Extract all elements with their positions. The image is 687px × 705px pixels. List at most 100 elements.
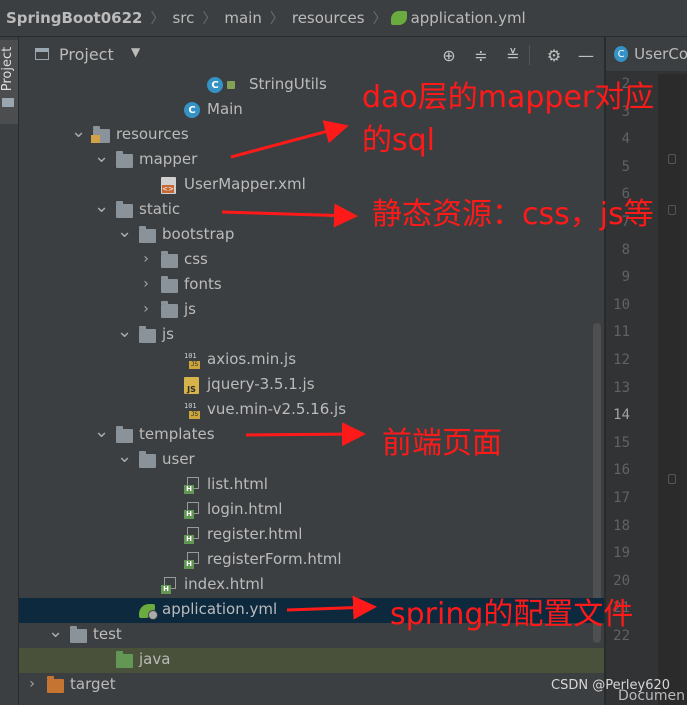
breadcrumb-resources[interactable]: resources (288, 9, 369, 27)
xml-file-icon: <> (161, 177, 178, 194)
tree-item-label: application.yml (162, 600, 278, 618)
expand-all-icon[interactable]: ≑ (471, 45, 491, 65)
tree-item-label: login.html (207, 500, 283, 518)
tree-row[interactable]: ⌄ js (19, 321, 604, 348)
folder-icon (116, 426, 133, 444)
chevron-down-icon[interactable]: ⌄ (94, 421, 109, 442)
tree-item-label: index.html (184, 575, 264, 593)
tree-row[interactable]: › css (19, 248, 604, 273)
tree-item-label: list.html (207, 475, 268, 493)
annotation-config: spring的配置文件 (390, 597, 634, 632)
test-source-folder-icon (116, 651, 133, 669)
folder-icon (161, 251, 178, 269)
tree-item-label: bootstrap (162, 225, 235, 243)
tree-item-label: jquery-3.5.1.js (207, 375, 315, 393)
line-number: 10 (613, 296, 630, 313)
tree-item-label: register.html (207, 525, 303, 543)
tree-row[interactable]: › target (19, 673, 604, 698)
left-tool-strip (0, 37, 19, 705)
fold-marker-icon[interactable] (668, 474, 676, 484)
editor-tab[interactable]: C UserCo (606, 37, 687, 72)
tree-item-label: StringUtils (249, 75, 327, 93)
line-number: 19 (613, 545, 630, 562)
fold-marker-icon[interactable] (668, 154, 676, 164)
tree-item-label: fonts (184, 275, 222, 293)
tree-item-label: resources (116, 125, 189, 143)
breadcrumb-main[interactable]: main (220, 9, 265, 27)
fold-marker-icon[interactable] (668, 205, 676, 215)
tree-item-label: templates (139, 425, 215, 443)
line-number: 12 (613, 352, 630, 368)
chevron-right-icon[interactable]: › (25, 676, 39, 692)
tree-item-label: test (93, 625, 122, 643)
folder-icon (139, 226, 156, 244)
excluded-folder-icon (47, 676, 64, 694)
line-number: 8 (621, 241, 630, 258)
tree-row[interactable]: › fonts (19, 273, 604, 298)
annotation-static: 静态资源：css，js等 (372, 197, 654, 232)
annotation-mapper-line2: 的sql (362, 123, 436, 158)
spring-config-icon (390, 11, 407, 25)
folder-icon (139, 326, 156, 344)
tree-row[interactable]: ⌄ resources (19, 121, 604, 148)
js-file-icon: JS (184, 377, 201, 394)
tree-row[interactable]: Hregister.html (19, 523, 604, 548)
breadcrumb: SpringBoot0622 〉 src 〉 main 〉 resources … (0, 0, 687, 37)
tree-item-label: vue.min-v2.5.16.js (207, 400, 347, 418)
breadcrumb-project[interactable]: SpringBoot0622 (0, 9, 146, 27)
tree-item-label: java (139, 650, 171, 668)
tool-window-icon (35, 48, 49, 60)
chevron-right-icon[interactable]: › (139, 251, 153, 267)
tree-row[interactable]: ⌄ user (19, 446, 604, 473)
code-area[interactable] (658, 74, 687, 705)
chevron-down-icon[interactable]: ⌄ (48, 621, 63, 642)
minimize-icon[interactable]: — (576, 45, 596, 65)
tree-row[interactable]: java (19, 648, 604, 673)
html-file-icon: H (184, 477, 201, 494)
tree-row[interactable]: 101 JS vue.min-v2.5.16.js (19, 398, 604, 423)
tree-item-label: user (162, 450, 195, 468)
folder-icon (70, 626, 87, 644)
line-number: 14 (613, 407, 630, 424)
chevron-down-icon[interactable]: ▼ (131, 45, 140, 59)
tree-item-label: js (162, 325, 174, 343)
tree-item-label: target (70, 675, 116, 693)
breadcrumb-application-yml[interactable]: application.yml (411, 9, 530, 27)
tree-row[interactable]: Hlist.html (19, 473, 604, 498)
chevron-right-icon[interactable]: › (139, 276, 153, 292)
tree-row[interactable]: ⌄ templates (19, 421, 604, 448)
tool-window-title[interactable]: Project (59, 45, 114, 64)
chevron-down-icon[interactable]: ⌄ (94, 196, 109, 217)
tree-row[interactable]: 101 JS axios.min.js (19, 348, 604, 373)
resources-folder-icon (91, 126, 110, 144)
tree-item-label: js (184, 300, 196, 318)
locate-icon[interactable]: ⊕ (439, 45, 459, 65)
chevron-right-icon[interactable]: › (139, 301, 153, 317)
project-tool-tab[interactable]: Project (0, 40, 18, 124)
tree-row[interactable]: JS jquery-3.5.1.js (19, 373, 604, 398)
class-icon: C (614, 46, 629, 62)
chevron-down-icon[interactable]: ⌄ (117, 221, 132, 242)
editor-tab-name: UserCo (634, 45, 687, 63)
collapse-all-icon[interactable]: ≚ (503, 45, 523, 65)
tree-row[interactable]: Hlogin.html (19, 498, 604, 523)
chevron-down-icon[interactable]: ⌄ (117, 446, 132, 467)
chevron-down-icon[interactable]: ⌄ (71, 121, 86, 142)
chevron-down-icon[interactable]: ⌄ (117, 321, 132, 342)
html-file-icon: H (184, 552, 201, 569)
folder-icon (161, 276, 178, 294)
html-file-icon: H (184, 502, 201, 519)
tree-row[interactable]: HregisterForm.html (19, 548, 604, 573)
tree-row[interactable]: ⌄ mapper (19, 146, 604, 173)
line-number: 4 (621, 131, 630, 148)
line-number: 18 (613, 517, 630, 534)
line-number: 20 (613, 572, 630, 589)
chevron-right-icon: 〉 (269, 11, 284, 27)
html-file-icon: H (184, 527, 201, 544)
chevron-down-icon[interactable]: ⌄ (94, 146, 109, 167)
class-icon: C (207, 77, 224, 94)
chevron-right-icon: 〉 (150, 11, 165, 27)
gear-icon[interactable]: ⚙ (544, 45, 564, 65)
tree-row[interactable]: › js (19, 298, 604, 323)
breadcrumb-src[interactable]: src (168, 9, 198, 27)
